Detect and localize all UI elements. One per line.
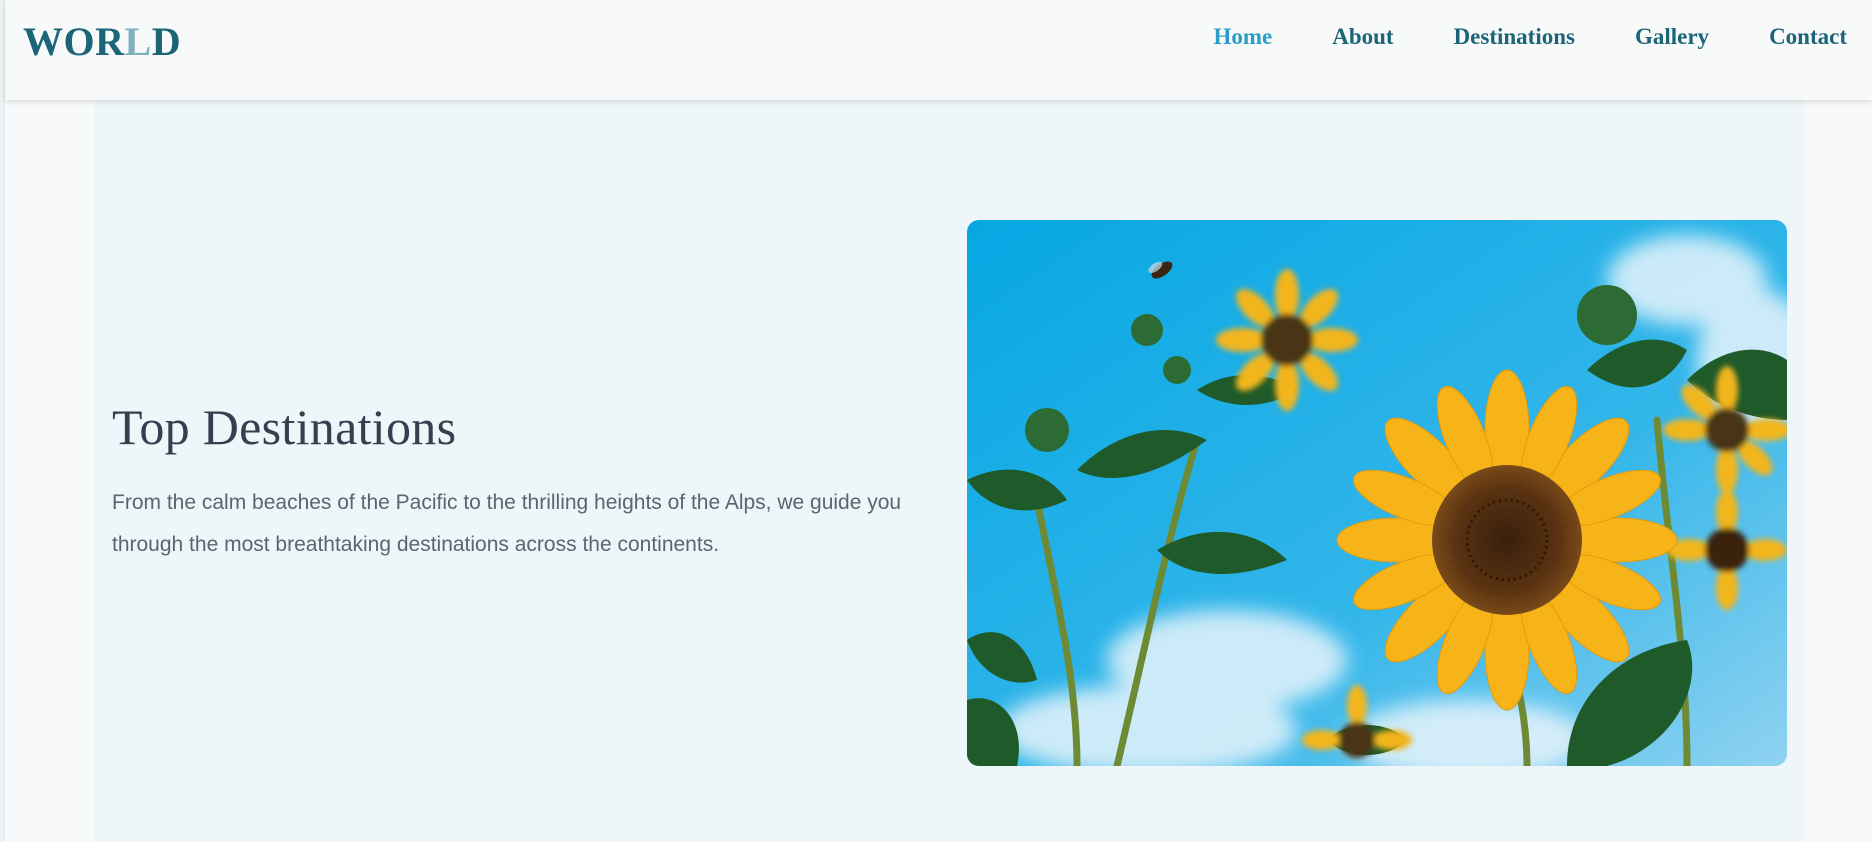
- logo-text-end: D: [151, 19, 182, 64]
- hero-sunflower-image: [967, 220, 1787, 766]
- nav-link-gallery[interactable]: Gallery: [1635, 24, 1709, 50]
- nav-link-contact[interactable]: Contact: [1769, 24, 1847, 50]
- nav-link-home[interactable]: Home: [1213, 24, 1272, 50]
- hero-description: From the calm beaches of the Pacific to …: [112, 491, 902, 556]
- main-nav: Home About Destinations Gallery Contact: [1213, 24, 1847, 50]
- nav-link-about[interactable]: About: [1332, 24, 1393, 50]
- page-edge: [0, 0, 5, 842]
- site-header: WORLD Home About Destinations Gallery Co…: [5, 0, 1872, 100]
- site-logo[interactable]: WORLD: [23, 18, 181, 65]
- logo-text-faded-letter: L: [124, 19, 152, 64]
- hero-section: Top Destinations From the calm beaches o…: [94, 100, 1804, 842]
- hero-title: Top Destinations: [112, 399, 457, 455]
- logo-text-main: WOR: [23, 19, 125, 64]
- nav-link-destinations[interactable]: Destinations: [1454, 24, 1575, 50]
